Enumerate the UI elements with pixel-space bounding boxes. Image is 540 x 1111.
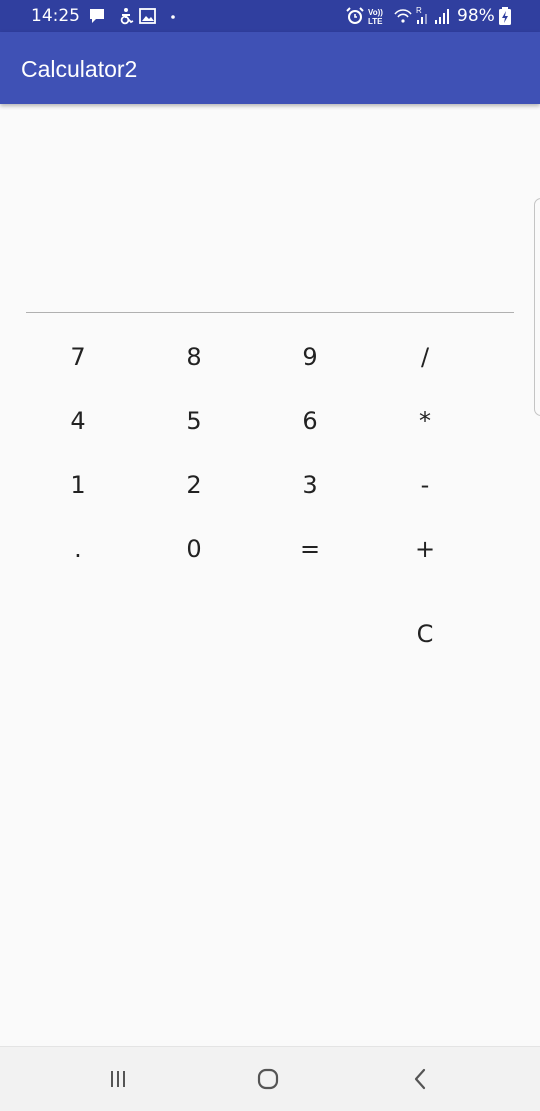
key-4[interactable]: 4 [33,393,123,449]
edge-panel-handle[interactable] [534,198,540,416]
key-6[interactable]: 6 [265,393,355,449]
volte-icon: Vo)) LTE [368,8,383,26]
app-title: Calculator2 [21,56,138,82]
key-multiply[interactable]: * [380,393,470,449]
chat-icon [90,9,104,23]
svg-text:LTE: LTE [368,17,383,26]
svg-text:R: R [416,6,422,15]
notification-icons [90,8,175,25]
key-subtract[interactable]: - [380,457,470,513]
recent-apps-button[interactable] [98,1061,138,1097]
key-equals[interactable]: = [265,521,355,577]
key-add[interactable]: + [380,521,470,577]
key-8[interactable]: 8 [149,329,239,385]
signal-icon: R [416,6,449,24]
key-3[interactable]: 3 [265,457,355,513]
wifi-icon [394,9,412,23]
alarm-icon [346,7,364,24]
navigation-bar [0,1046,540,1111]
key-decimal[interactable]: . [33,521,123,577]
key-clear[interactable]: C [380,606,470,662]
key-2[interactable]: 2 [149,457,239,513]
dot-icon [171,15,175,19]
back-icon [414,1068,426,1090]
accessibility-icon [120,8,134,25]
image-icon [139,8,156,24]
back-button[interactable] [400,1061,440,1097]
home-button[interactable] [248,1061,288,1097]
system-status-icons: Vo)) LTE R [346,6,449,26]
key-1[interactable]: 1 [33,457,123,513]
key-0[interactable]: 0 [149,521,239,577]
recent-apps-icon [111,1071,125,1087]
status-time: 14:25 [31,6,80,26]
key-9[interactable]: 9 [265,329,355,385]
battery-charging-icon [499,7,511,25]
app-bar: Calculator2 [0,32,540,104]
home-icon [257,1068,279,1090]
display-input-underline[interactable] [26,312,514,313]
svg-text:Vo)): Vo)) [368,8,383,17]
key-5[interactable]: 5 [149,393,239,449]
key-7[interactable]: 7 [33,329,123,385]
key-divide[interactable]: / [380,329,470,385]
status-bar: 14:25 Vo)) LTE R 98% [0,0,540,32]
battery-percent: 98% [457,6,495,26]
